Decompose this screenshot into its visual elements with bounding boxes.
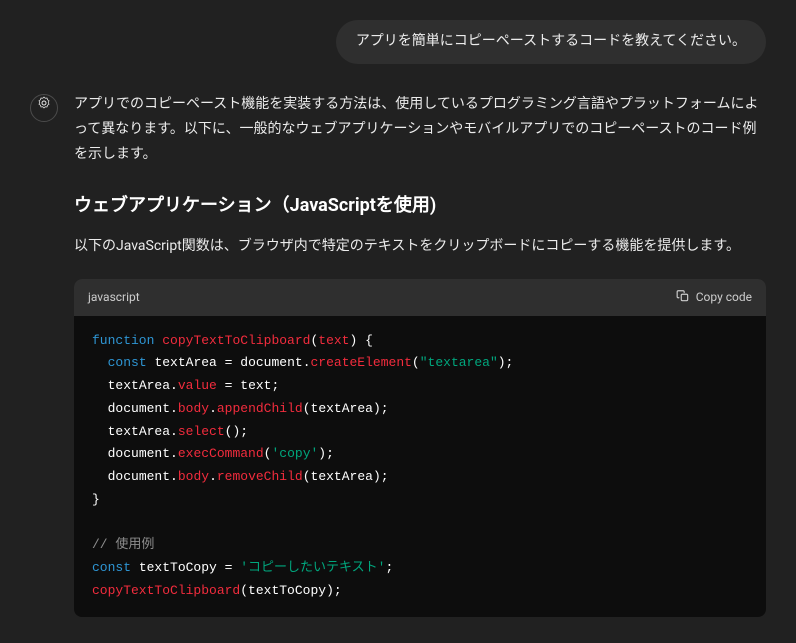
code-token: . [170,378,178,393]
openai-logo-icon [36,95,52,120]
code-token: ( [303,401,311,416]
assistant-content: アプリでのコピーペースト機能を実装する方法は、使用しているプログラミング言語やプ… [74,92,766,617]
section-description: 以下のJavaScript関数は、ブラウザ内で特定のテキストをクリップボードにコ… [74,234,766,259]
code-token: value [178,378,217,393]
code-content[interactable]: function copyTextToClipboard(text) { con… [74,316,766,617]
code-token: removeChild [217,469,303,484]
code-token: ); [373,469,389,484]
code-token: textArea [311,401,373,416]
code-token: document [240,355,302,370]
code-token: = [217,560,240,575]
copy-code-label: Copy code [696,290,752,304]
code-token: textArea [108,378,170,393]
code-token: . [303,355,311,370]
code-token: body [178,469,209,484]
code-token: text [318,333,349,348]
code-token: textToCopy [248,583,326,598]
code-token: body [178,401,209,416]
code-token: . [209,401,217,416]
code-token: . [170,469,178,484]
code-token: ); [373,401,389,416]
code-token: // 使用例 [92,537,154,552]
code-token: . [209,469,217,484]
code-block: javascript Copy code function copyTextTo… [74,279,766,616]
code-token: ; [271,378,279,393]
code-token: function [92,333,154,348]
code-token: const [108,355,147,370]
assistant-intro-paragraph: アプリでのコピーペースト機能を実装する方法は、使用しているプログラミング言語やプ… [74,92,766,168]
code-token: . [170,401,178,416]
code-token: text [240,378,271,393]
code-token: ( [240,583,248,598]
code-token: 'copy' [271,446,318,461]
code-token: } [92,492,100,507]
code-token: = [217,355,240,370]
code-token: = [217,378,240,393]
user-message-text: アプリを簡単にコピーペーストするコードを教えてください。 [356,33,746,49]
code-language-label: javascript [88,287,140,307]
code-token: createElement [311,355,412,370]
copy-code-button[interactable]: Copy code [676,289,752,306]
code-token: document [108,469,170,484]
code-token: appendChild [217,401,303,416]
assistant-avatar [30,94,58,122]
code-token: ; [385,560,393,575]
code-token: . [170,446,178,461]
code-token: . [170,424,178,439]
chat-container: アプリを簡単にコピーペーストするコードを教えてください。 アプリでのコピーペース… [0,0,796,617]
code-token: ( [412,355,420,370]
code-token: const [92,560,131,575]
code-token: copyTextToClipboard [92,583,240,598]
code-token: ); [318,446,334,461]
user-message-row: アプリを簡単にコピーペーストするコードを教えてください。 [30,20,766,64]
code-token: document [108,446,170,461]
section-heading: ウェブアプリケーション（JavaScriptを使用) [74,191,766,222]
code-token: 'コピーしたいテキスト' [240,560,385,575]
code-token: document [108,401,170,416]
code-token: ) { [350,333,373,348]
code-token: ( [303,469,311,484]
code-block-header: javascript Copy code [74,279,766,315]
code-token: ); [326,583,342,598]
code-token: textToCopy [139,560,217,575]
clipboard-icon [676,289,690,306]
code-token: textArea [154,355,216,370]
assistant-message-row: アプリでのコピーペースト機能を実装する方法は、使用しているプログラミング言語やプ… [30,92,766,617]
code-token: copyTextToClipboard [162,333,310,348]
code-token: textArea [311,469,373,484]
code-token: textArea [108,424,170,439]
code-token: "textarea" [420,355,498,370]
code-token: ); [498,355,514,370]
code-token: execCommand [178,446,264,461]
user-message-bubble: アプリを簡単にコピーペーストするコードを教えてください。 [336,20,766,64]
code-token: select [178,424,225,439]
code-token: (); [225,424,248,439]
